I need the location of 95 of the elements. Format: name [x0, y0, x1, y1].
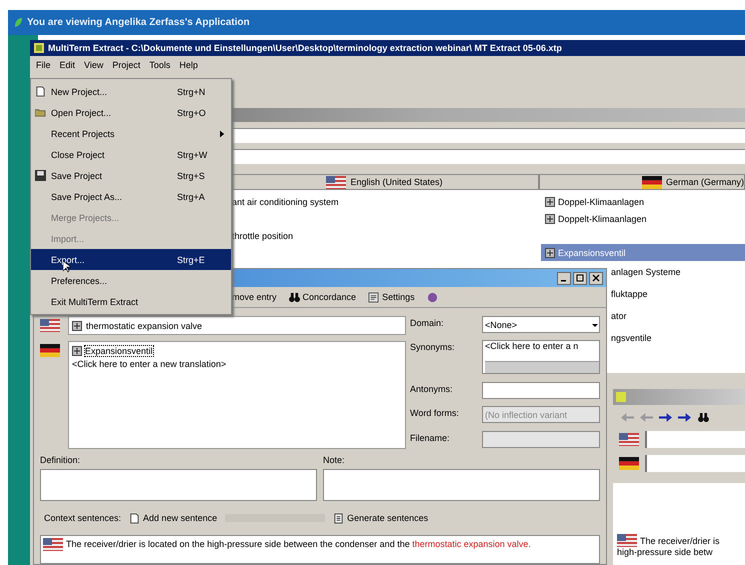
- minimize-button[interactable]: [557, 272, 571, 284]
- us-flag-icon: [619, 432, 639, 446]
- menu-item[interactable]: Open Project... Strg+O: [31, 102, 231, 123]
- maximize-icon: [576, 274, 584, 282]
- term-cell: fluktappe: [611, 289, 648, 299]
- menu-item[interactable]: Export... Strg+E: [31, 249, 231, 270]
- term-cell: Expansionsventil: [558, 248, 626, 258]
- term-row[interactable]: Expansionsventil: [541, 244, 745, 261]
- term-cell: Doppelt-Klimaanlagen: [558, 214, 647, 224]
- filter-field[interactable]: [230, 128, 745, 143]
- column-label: German (Germany): [666, 177, 744, 187]
- term-icon: [545, 214, 555, 224]
- field-label: Filename:: [410, 432, 451, 443]
- menu-item[interactable]: View: [84, 60, 104, 70]
- menu-item[interactable]: Project: [112, 60, 140, 70]
- column-header[interactable]: German (Germany): [539, 174, 745, 190]
- close-icon: [592, 274, 600, 282]
- settings-button[interactable]: Settings: [368, 292, 415, 302]
- menu-item[interactable]: Save Project As... Strg+A: [31, 186, 231, 207]
- page-icon: [129, 512, 140, 524]
- field-label: Note:: [323, 455, 346, 465]
- binoculars-icon: [288, 292, 300, 302]
- app-icon: [616, 392, 626, 402]
- us-flag-icon: [617, 534, 637, 547]
- term-field[interactable]: [645, 430, 745, 448]
- field-label: Antonyms:: [410, 382, 454, 394]
- menu-item[interactable]: Save Project Strg+S: [31, 165, 231, 186]
- back-arrow-icon[interactable]: [640, 412, 653, 422]
- menu-item[interactable]: Close Project Strg+W: [31, 144, 231, 165]
- context-sentence: The receiver/drier is located on the high-pressure side between the condenser and the thermostatic expansion valve.: [66, 538, 531, 551]
- column-label: English (United States): [350, 177, 443, 187]
- note-field[interactable]: [323, 469, 600, 501]
- term-icon: [545, 248, 555, 258]
- term-icon: [545, 196, 555, 206]
- binoculars-icon[interactable]: [697, 412, 710, 422]
- forward-arrow-icon[interactable]: [659, 412, 672, 422]
- antonyms-field[interactable]: [482, 382, 600, 399]
- submenu-arrow-icon: [220, 130, 225, 138]
- domain-dropdown[interactable]: <None>: [482, 316, 600, 333]
- maximize-button[interactable]: [573, 272, 587, 284]
- menu-item[interactable]: File: [36, 60, 51, 70]
- orb-button[interactable]: [426, 292, 438, 302]
- term-cell[interactable]: throttle position: [232, 230, 294, 240]
- term-icon: [72, 346, 82, 356]
- english-term-field[interactable]: thermostatic expansion valve: [68, 316, 406, 335]
- term-row[interactable]: Doppelt-Klimaanlagen: [541, 210, 745, 227]
- settings-icon: [368, 292, 380, 302]
- window-title: MultiTerm Extract - C:\Dokumente und Einstellungen\User\Desktop\terminology extraction webinar\ MT Extract 05-06.xtp: [48, 43, 562, 53]
- menu-item[interactable]: Tools: [149, 60, 170, 70]
- term-cell: ator: [611, 311, 627, 321]
- definition-field[interactable]: [40, 469, 317, 501]
- field-label: Word forms:: [410, 407, 460, 418]
- menu-item[interactable]: Recent Projects: [31, 123, 231, 144]
- orb-icon: [426, 292, 438, 302]
- document-icon: [333, 512, 344, 524]
- column-header[interactable]: English (United States): [230, 174, 539, 190]
- term-icon: [72, 320, 82, 330]
- menu-item[interactable]: Edit: [60, 60, 76, 70]
- new-translation-link[interactable]: <Click here to enter a new translation>: [72, 359, 402, 369]
- sentence-text: The receiver/drier is: [640, 536, 720, 546]
- term-cell: Doppel-Klimaanlagen: [558, 196, 644, 206]
- term-field[interactable]: [645, 454, 745, 472]
- scroll-bar[interactable]: [485, 361, 599, 374]
- banner-text: You are viewing Angelika Zerfass's Application: [27, 17, 250, 28]
- app-icon: [34, 43, 44, 53]
- german-flag-icon: [40, 344, 60, 357]
- synonyms-field[interactable]: <Click here to enter a n: [482, 340, 600, 374]
- menu-item[interactable]: Preferences...: [31, 270, 231, 291]
- menu-item[interactable]: New Project... Strg+N: [31, 81, 231, 102]
- search-field[interactable]: [230, 149, 745, 164]
- generate-button[interactable]: Generate sentences: [333, 512, 428, 524]
- us-flag-icon: [40, 319, 60, 332]
- menu-item[interactable]: Exit MultiTerm Extract: [31, 291, 231, 312]
- filename-field[interactable]: [482, 430, 600, 448]
- folder-icon: [35, 107, 46, 118]
- term-entry[interactable]: Expansionsventil: [84, 345, 154, 357]
- field-label: Context sentences:: [44, 513, 122, 523]
- toolbar-button[interactable]: move entry: [232, 292, 277, 302]
- forward-arrow-icon[interactable]: [678, 412, 691, 422]
- field-label: Definition:: [40, 455, 82, 465]
- concordance-button[interactable]: Concordance: [288, 292, 356, 302]
- close-button[interactable]: [589, 272, 603, 284]
- add-sentence-button[interactable]: Add new sentence: [129, 512, 218, 524]
- term-row[interactable]: Doppel-Klimaanlagen: [541, 193, 745, 210]
- page-icon: [35, 86, 46, 97]
- leaf-icon: [14, 17, 23, 28]
- field-label: Synonyms:: [410, 341, 456, 352]
- field-label: Domain:: [410, 317, 445, 328]
- term-cell: anlagen Systeme: [611, 267, 681, 277]
- sentence-text: high-pressure side betw: [617, 547, 714, 557]
- german-flag-icon: [619, 456, 639, 470]
- term-cell[interactable]: ant air conditioning system: [232, 196, 339, 206]
- back-arrow-icon[interactable]: [621, 412, 634, 422]
- us-flag-icon: [43, 538, 63, 551]
- menu-item[interactable]: Help: [179, 60, 198, 70]
